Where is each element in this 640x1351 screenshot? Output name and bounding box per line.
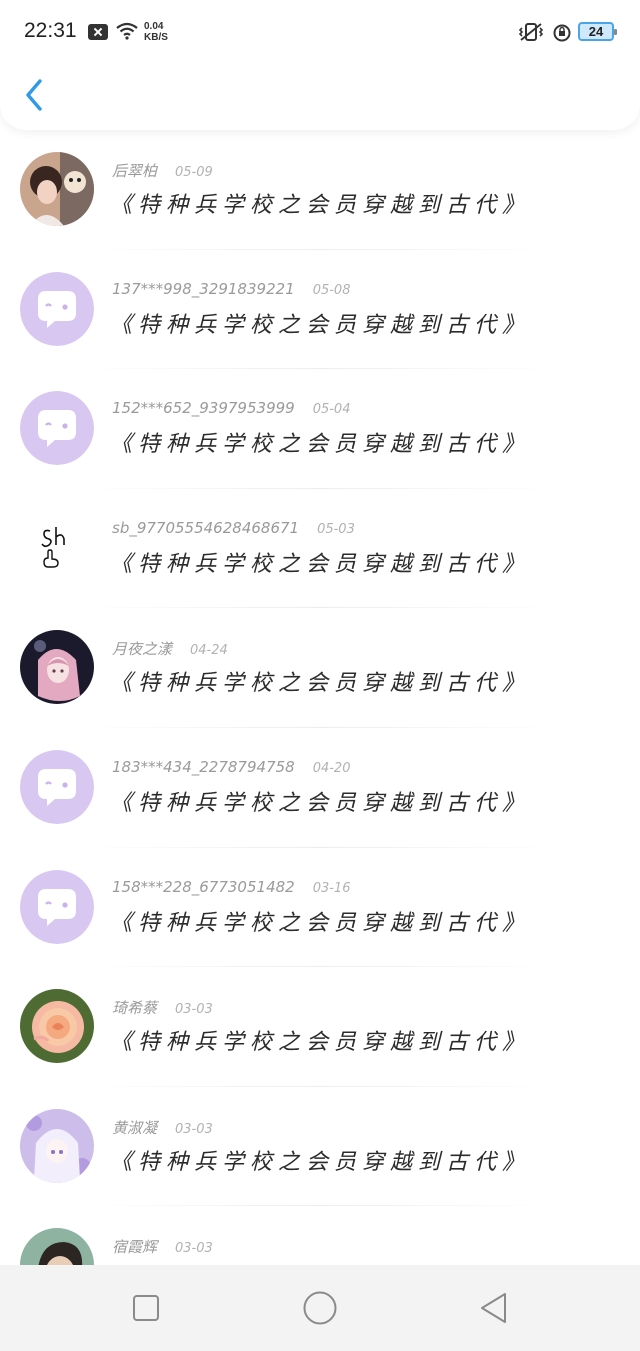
comment-date: 03-03 xyxy=(175,1002,213,1018)
chevron-left-icon xyxy=(26,79,42,111)
comment-username[interactable]: 158***228_6773051482 xyxy=(112,878,295,896)
comment-username[interactable]: 137***998_3291839221 xyxy=(112,280,295,298)
comment-item[interactable]: sb_97705554628468671 05-03 《特种兵学校之会员穿越到古代》 xyxy=(0,489,640,609)
comment-text: 《特种兵学校之会员穿越到古代》 xyxy=(110,1030,531,1056)
comment-item[interactable]: 152***652_9397953999 05-04 《特种兵学校之会员穿越到古代》 xyxy=(0,369,640,489)
comment-text: 《特种兵学校之会员穿越到古代》 xyxy=(110,671,531,697)
comment-text: 《特种兵学校之会员穿越到古代》 xyxy=(110,193,531,218)
comment-text: 《特种兵学校之会员穿越到古代》 xyxy=(110,312,531,338)
comment-item[interactable]: 158***228_6773051482 03-16 《特种兵学校之会员穿越到古代》 xyxy=(0,848,640,968)
comment-meta: 黄淑凝 03-03 xyxy=(112,1117,213,1138)
avatar[interactable] xyxy=(20,510,94,585)
comment-username[interactable]: sb_97705554628468671 xyxy=(112,519,299,537)
network-speed-value: 0.04 xyxy=(144,21,164,32)
comment-meta: 琦希蔡 03-03 xyxy=(112,997,213,1018)
comment-date: 03-03 xyxy=(175,1241,213,1257)
comment-date: 03-03 xyxy=(175,1121,213,1137)
comment-date: 05-09 xyxy=(175,165,213,180)
header-card: 22:31 0.04 KB/S 24 xyxy=(0,0,640,130)
comment-username[interactable]: 月夜之漾 xyxy=(112,640,172,658)
comment-meta: 月夜之漾 04-24 xyxy=(112,638,228,659)
battery-level: 24 xyxy=(588,24,604,39)
comment-meta: 后翠柏 05-09 xyxy=(112,160,213,181)
comment-text: 《特种兵学校之会员穿越到古代》 xyxy=(110,1149,531,1175)
comment-date: 05-03 xyxy=(317,521,355,537)
comment-list[interactable]: 后翠柏 05-09 《特种兵学校之会员穿越到古代》 137***998_3291839… xyxy=(0,130,640,1265)
battery-icon: 24 xyxy=(578,22,617,41)
avatar[interactable] xyxy=(20,271,94,346)
back-button[interactable] xyxy=(20,76,52,114)
avatar[interactable] xyxy=(20,630,94,705)
vibrate-icon xyxy=(518,23,544,41)
status-time: 22:31 xyxy=(24,19,77,42)
comment-meta: 137***998_3291839221 05-08 xyxy=(112,280,350,298)
comment-text: 《特种兵学校之会员穿越到古代》 xyxy=(110,790,531,816)
alarm-icon xyxy=(553,24,571,42)
comment-item[interactable]: 黄淑凝 03-03 《特种兵学校之会员穿越到古代》 xyxy=(0,1087,640,1207)
comment-date: 05-04 xyxy=(312,402,351,418)
wifi-icon xyxy=(116,22,138,40)
comment-username[interactable]: 后翠柏 xyxy=(112,162,157,180)
comment-date: 04-20 xyxy=(312,760,351,776)
comment-username[interactable]: 黄淑凝 xyxy=(112,1119,157,1137)
home-circle-icon[interactable] xyxy=(301,1289,339,1327)
comment-username[interactable]: 宿霞辉 xyxy=(112,1238,157,1256)
comment-username[interactable]: 琦希蔡 xyxy=(112,999,157,1017)
avatar[interactable] xyxy=(20,1108,94,1183)
network-speed-unit: KB/S xyxy=(144,32,168,43)
avatar[interactable] xyxy=(20,989,94,1064)
comment-item[interactable]: 月夜之漾 04-24 《特种兵学校之会员穿越到古代》 xyxy=(0,608,640,728)
recent-apps-square-icon[interactable] xyxy=(129,1291,163,1325)
comment-date: 03-16 xyxy=(312,880,351,896)
comment-meta: 183***434_2278794758 04-20 xyxy=(112,758,350,776)
comment-text: 《特种兵学校之会员穿越到古代》 xyxy=(110,551,531,577)
comment-date: 05-08 xyxy=(312,282,351,298)
comment-text: 《特种兵学校之会员穿越到古代》 xyxy=(110,910,531,936)
comment-item[interactable]: 183***434_2278794758 04-20 《特种兵学校之会员穿越到古代》 xyxy=(0,728,640,848)
comment-item[interactable]: 宿霞辉 03-03 xyxy=(0,1206,640,1265)
network-speed: 0.04 KB/S xyxy=(144,21,168,43)
comment-username[interactable]: 183***434_2278794758 xyxy=(112,758,295,776)
comment-text: 《特种兵学校之会员穿越到古代》 xyxy=(110,432,531,458)
avatar[interactable] xyxy=(20,869,94,944)
system-nav-bar xyxy=(0,1265,640,1351)
avatar[interactable] xyxy=(20,749,94,824)
notification-x-icon xyxy=(88,24,108,40)
avatar[interactable] xyxy=(20,391,94,466)
avatar[interactable] xyxy=(20,152,94,226)
comment-item[interactable]: 后翠柏 05-09 《特种兵学校之会员穿越到古代》 xyxy=(0,130,640,250)
comment-meta: 158***228_6773051482 03-16 xyxy=(112,878,350,896)
screen: 22:31 0.04 KB/S 24 后翠柏 05-09 《特种兵学校之会员穿越… xyxy=(0,0,640,1351)
avatar[interactable] xyxy=(20,1228,94,1265)
comment-meta: 宿霞辉 03-03 xyxy=(112,1236,213,1257)
comment-meta: sb_97705554628468671 05-03 xyxy=(112,519,355,537)
comment-date: 04-24 xyxy=(190,643,228,659)
status-bar: 22:31 0.04 KB/S 24 xyxy=(0,0,640,66)
back-triangle-icon[interactable] xyxy=(477,1291,511,1325)
comment-username[interactable]: 152***652_9397953999 xyxy=(112,399,295,417)
comment-item[interactable]: 琦希蔡 03-03 《特种兵学校之会员穿越到古代》 xyxy=(0,967,640,1087)
comment-item[interactable]: 137***998_3291839221 05-08 《特种兵学校之会员穿越到古代》 xyxy=(0,250,640,370)
comment-meta: 152***652_9397953999 05-04 xyxy=(112,399,350,417)
